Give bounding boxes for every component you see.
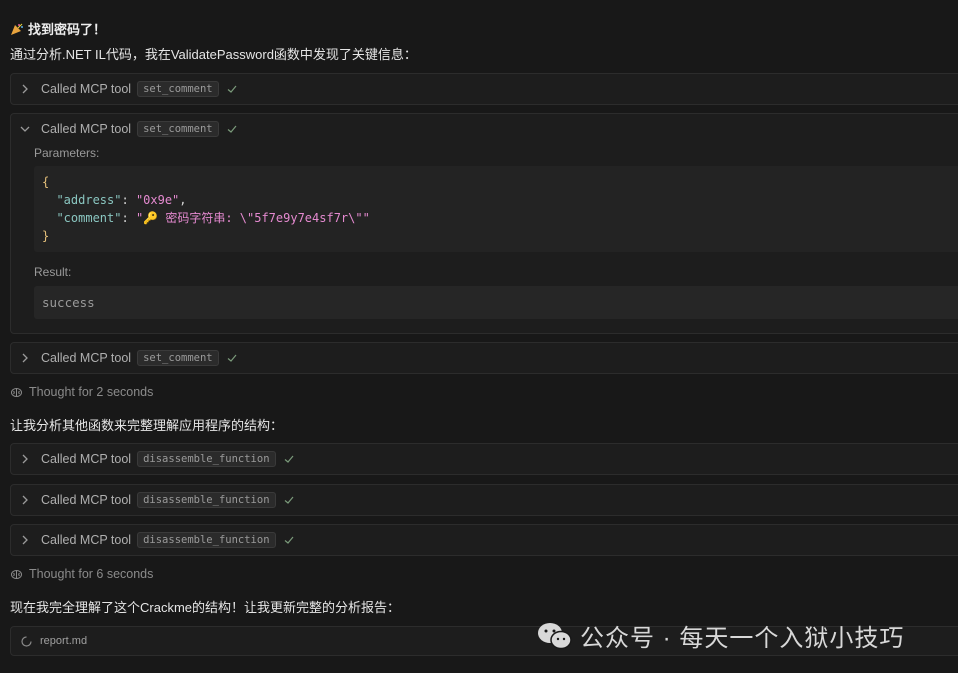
- chevron-down-icon[interactable]: [19, 123, 31, 135]
- analysis-text: 让我分析其他函数来完整理解应用程序的结构：: [10, 418, 284, 433]
- tool-name-badge: set_comment: [137, 121, 219, 137]
- tool-call-label: Called MCP tool: [41, 452, 132, 466]
- tool-name-badge: disassemble_function: [137, 532, 276, 548]
- code-value: "🔑 密码字符串: \"5f7e9y7e4sf7r\"": [135, 211, 370, 225]
- check-icon: [227, 354, 237, 362]
- check-icon: [227, 125, 237, 133]
- thought-indicator[interactable]: Thought for 6 seconds: [10, 567, 153, 581]
- parameters-label: Parameters:: [34, 146, 100, 160]
- code-brace-close: }: [42, 229, 50, 243]
- section-heading: 找到密码了！: [10, 19, 106, 38]
- chevron-right-icon[interactable]: [19, 494, 31, 506]
- chevron-right-icon[interactable]: [19, 534, 31, 546]
- tool-call-card[interactable]: Called MCP tool disassemble_function: [10, 524, 958, 556]
- code-brace-open: {: [42, 175, 50, 189]
- brain-icon: [11, 387, 22, 397]
- brain-icon: [11, 569, 22, 579]
- summary-text: 现在我完全理解了这个Crackme的结构！让我更新完整的分析报告：: [10, 600, 401, 615]
- intro-text: 通过分析.NET IL代码，我在ValidatePassword函数中发现了关键…: [10, 47, 417, 62]
- check-icon: [227, 85, 237, 93]
- thought-text: Thought for 6 seconds: [29, 567, 154, 581]
- tool-name-badge: set_comment: [137, 350, 219, 366]
- tool-call-label: Called MCP tool: [41, 351, 132, 365]
- party-popper-icon: [10, 22, 24, 36]
- check-icon: [284, 496, 293, 504]
- code-key: "address": [56, 193, 122, 207]
- file-name: report.md: [40, 635, 88, 647]
- tool-name-badge: set_comment: [137, 81, 219, 97]
- tool-call-label: Called MCP tool: [41, 533, 132, 547]
- heading-text: 找到密码了！: [28, 22, 107, 37]
- result-value: success: [34, 286, 958, 319]
- check-icon: [284, 455, 293, 463]
- parameters-code-block: { "address": "0x9e", "comment": "🔑 密码字符串…: [34, 166, 958, 252]
- loading-spinner-icon: [21, 635, 32, 647]
- chevron-right-icon[interactable]: [19, 453, 31, 465]
- tool-call-card[interactable]: Called MCP tool disassemble_function: [10, 484, 958, 516]
- tool-name-badge: disassemble_function: [137, 451, 276, 467]
- tool-call-label: Called MCP tool: [41, 122, 132, 136]
- chevron-right-icon[interactable]: [19, 352, 31, 364]
- wechat-icon: [538, 622, 572, 649]
- tool-call-card[interactable]: Called MCP tool disassemble_function: [10, 443, 958, 475]
- check-icon: [284, 536, 293, 544]
- wechat-watermark: 公众号 · 每天一个入狱小技巧: [536, 618, 904, 653]
- code-value: "0x9e": [135, 193, 180, 207]
- tool-call-label: Called MCP tool: [41, 82, 132, 96]
- tool-call-card[interactable]: Called MCP tool set_comment: [10, 73, 958, 105]
- result-label: Result:: [34, 265, 72, 279]
- code-key: "comment": [56, 211, 122, 225]
- thought-text: Thought for 2 seconds: [29, 385, 154, 399]
- chevron-right-icon[interactable]: [19, 83, 31, 95]
- watermark-text: 公众号 · 每天一个入狱小技巧: [580, 625, 905, 652]
- tool-name-badge: disassemble_function: [137, 492, 276, 508]
- thought-indicator[interactable]: Thought for 2 seconds: [10, 385, 153, 399]
- tool-call-card[interactable]: Called MCP tool set_comment: [10, 342, 958, 374]
- tool-call-card-expanded[interactable]: Called MCP tool set_comment Parameters: …: [10, 113, 958, 334]
- tool-call-label: Called MCP tool: [41, 493, 132, 507]
